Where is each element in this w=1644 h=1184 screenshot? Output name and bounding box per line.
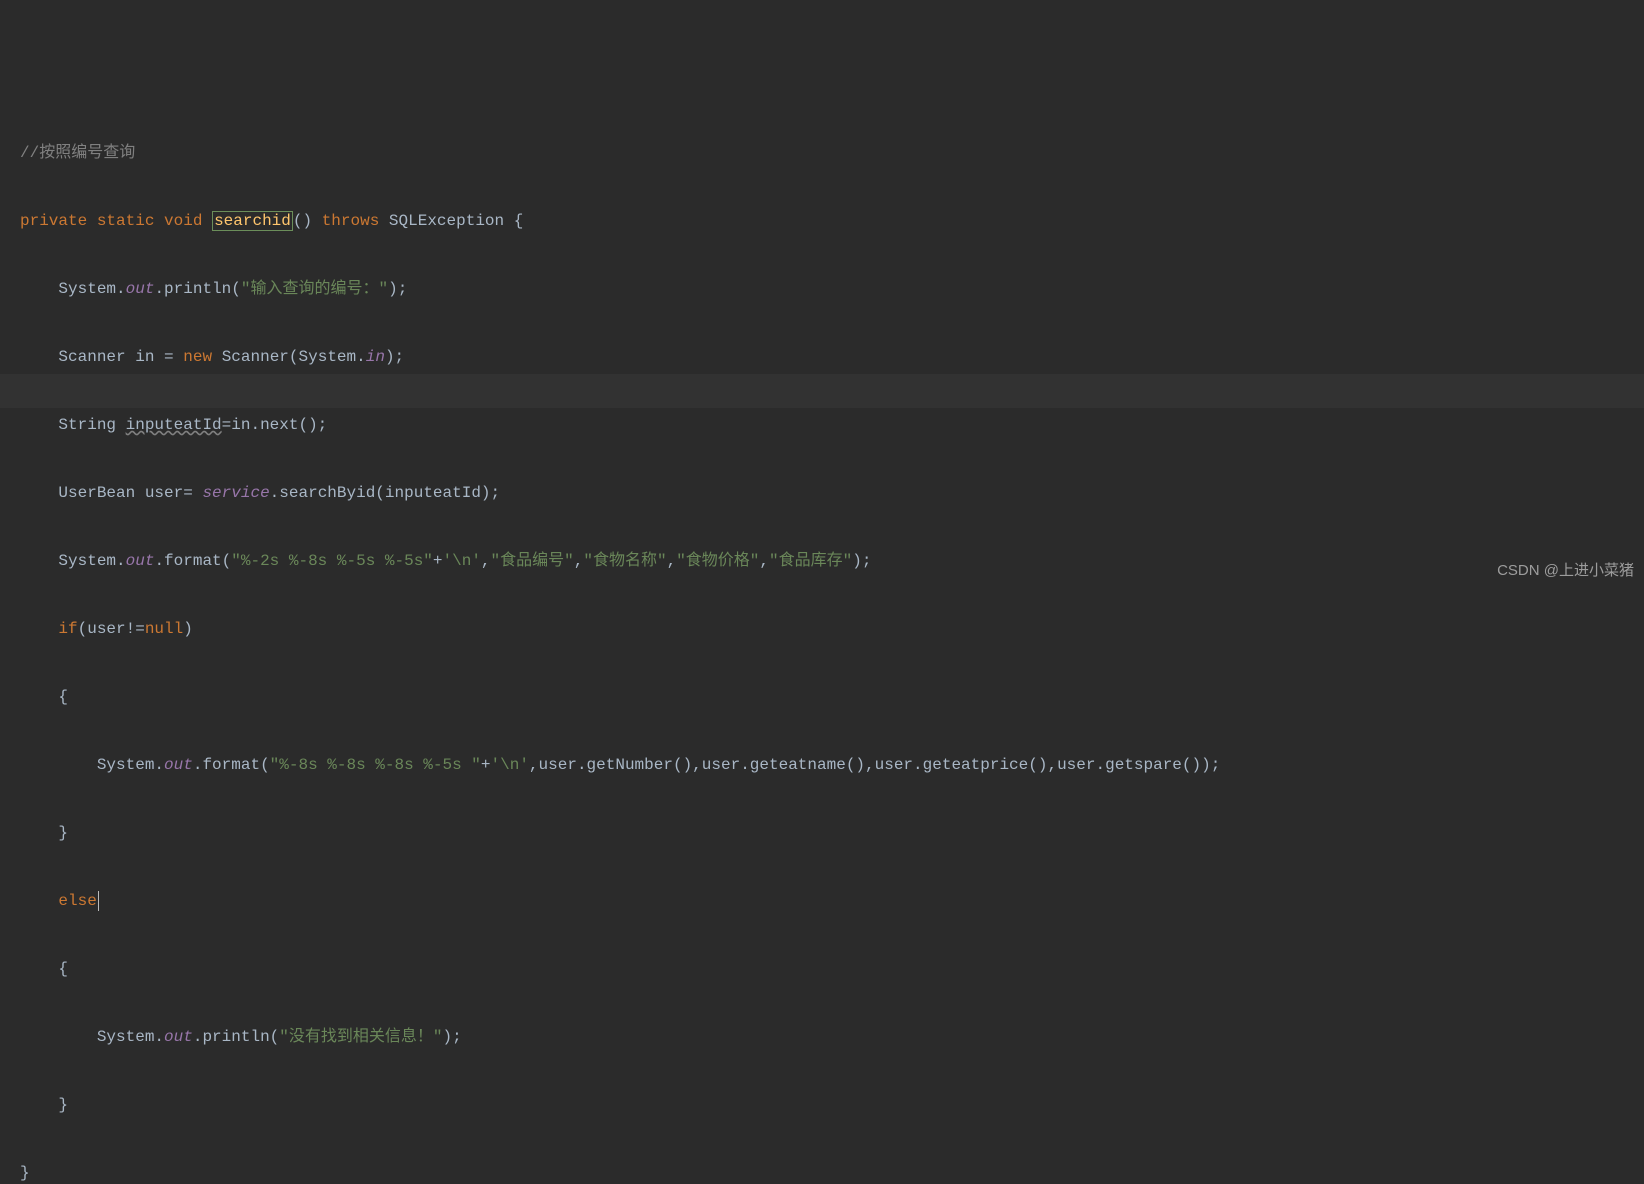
code-line: if(user!=null) <box>20 612 1644 646</box>
code-line: } <box>20 1088 1644 1122</box>
code-editor[interactable]: //按照编号查询 private static void searchid() … <box>0 0 1644 1184</box>
code-line: } <box>20 1156 1644 1184</box>
code-line: } <box>20 816 1644 850</box>
code-line: System.out.println("输入查询的编号："); <box>20 272 1644 306</box>
code-line: { <box>20 952 1644 986</box>
method-declaration: searchid <box>212 211 293 231</box>
code-line: UserBean user= service.searchByid(inpute… <box>20 476 1644 510</box>
code-line: Scanner in = new Scanner(System.in); <box>20 340 1644 374</box>
code-line: { <box>20 680 1644 714</box>
code-line: System.out.format("%-2s %-8s %-5s %-5s"+… <box>20 544 1644 578</box>
code-line: System.out.format("%-8s %-8s %-8s %-5s "… <box>20 748 1644 782</box>
code-line: else <box>20 884 1644 918</box>
text-cursor <box>98 891 99 911</box>
code-line: //按照编号查询 <box>20 136 1644 170</box>
code-line: System.out.println("没有找到相关信息！"); <box>20 1020 1644 1054</box>
code-line: private static void searchid() throws SQ… <box>20 204 1644 238</box>
code-line: String inputeatId=in.next(); <box>20 408 1644 442</box>
